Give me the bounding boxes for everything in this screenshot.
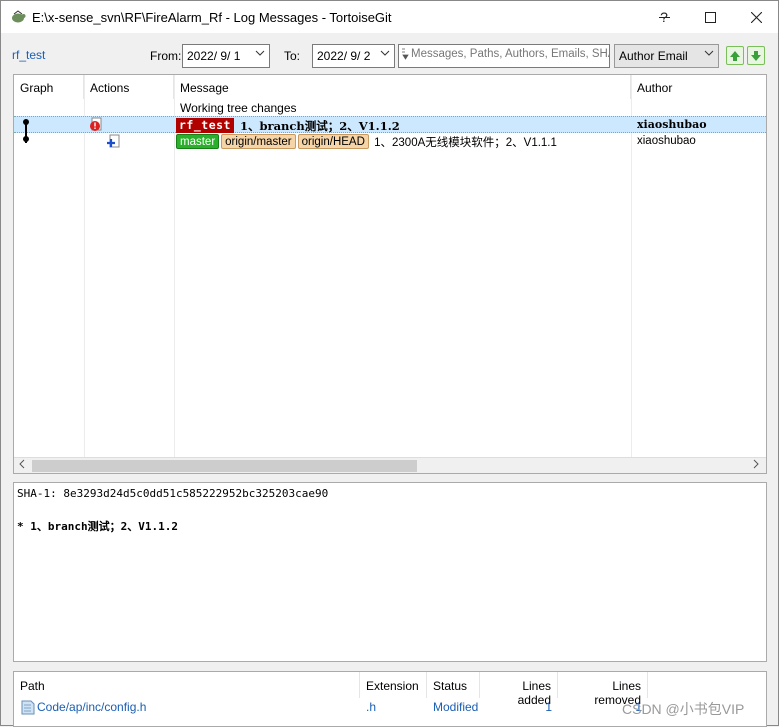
filter-field-value: Author Email: [619, 49, 688, 63]
to-label: To:: [284, 49, 301, 63]
arrow-down-icon: [751, 50, 761, 61]
graph-node-icon: [23, 136, 29, 142]
scroll-right-icon[interactable]: [752, 459, 760, 472]
to-date-picker[interactable]: 2022/ 9/ 2: [312, 44, 395, 68]
branch-tag-remote: origin/HEAD: [297, 134, 369, 149]
tortoisegit-icon: [10, 10, 26, 24]
added-icon: [106, 134, 120, 152]
branch-tag-current: rf_test: [176, 118, 234, 133]
scroll-left-icon[interactable]: [18, 459, 26, 472]
current-branch-link[interactable]: rf_test: [12, 48, 45, 62]
commit-message: master origin/master origin/HEAD 1、2300A无线…: [176, 134, 557, 150]
commit-message-text: 1、2300A无线模块软件；2、V1.1.1: [374, 137, 557, 149]
commit-message: rf_test 1、branch测试；2、V1.1.2: [176, 118, 400, 134]
close-button[interactable]: [733, 1, 779, 33]
sha-line: SHA-1: 8e3293d24d5c0dd51c585222952bc3252…: [17, 487, 329, 500]
maximize-icon: [704, 11, 716, 23]
column-header-graph[interactable]: Graph: [14, 75, 84, 99]
from-date-value: 2022/ 9/ 1: [187, 49, 241, 63]
title-bar: E:\x-sense_svn\RF\FireAlarm_Rf - Log Mes…: [1, 1, 778, 33]
previous-match-button[interactable]: [726, 46, 744, 65]
maximize-button[interactable]: [687, 1, 733, 33]
file-path[interactable]: Code/ap/inc/config.h: [37, 700, 146, 714]
filter-field-select[interactable]: Author Email: [614, 44, 719, 68]
column-header-message[interactable]: Message: [174, 75, 631, 99]
from-date-picker[interactable]: 2022/ 9/ 1: [182, 44, 270, 68]
working-tree-changes[interactable]: Working tree changes: [180, 101, 297, 115]
from-label: From:: [150, 49, 182, 63]
file-icon: [21, 700, 35, 718]
close-icon: [750, 11, 762, 23]
minimize-icon: [658, 16, 670, 18]
window-title: E:\x-sense_svn\RF\FireAlarm_Rf - Log Mes…: [32, 10, 392, 25]
log-list[interactable]: Graph Actions Message Author Working tre…: [13, 74, 767, 474]
chevron-down-icon: [255, 48, 265, 61]
column-header-author[interactable]: Author: [631, 75, 766, 99]
log-window: E:\x-sense_svn\RF\FireAlarm_Rf - Log Mes…: [0, 0, 779, 727]
commit-author: xiaoshubao: [637, 118, 707, 131]
file-extension: .h: [366, 700, 377, 714]
arrow-up-icon: [730, 50, 740, 61]
commit-message-text: 1、branch测试；2、V1.1.2: [239, 119, 400, 133]
commit-author: xiaoshubao: [637, 135, 696, 147]
search-filter-icon: [401, 48, 410, 63]
scrollbar-thumb[interactable]: [32, 460, 417, 472]
horizontal-scrollbar[interactable]: [14, 457, 766, 473]
commit-body-line: * 1、branch测试；2、V1.1.2: [17, 520, 178, 533]
file-lines-added: 1: [545, 700, 552, 714]
next-match-button[interactable]: [747, 46, 765, 65]
file-status: Modified: [433, 700, 479, 714]
chevron-down-icon: [704, 48, 714, 61]
branch-tag-local: master: [176, 134, 220, 149]
to-date-value: 2022/ 9/ 2: [317, 49, 371, 63]
watermark: CSDN @小书包VIP: [622, 701, 745, 717]
commit-details-pane[interactable]: SHA-1: 8e3293d24d5c0dd51c585222952bc3252…: [13, 482, 767, 662]
chevron-down-icon: [380, 48, 390, 61]
search-input[interactable]: Messages, Paths, Authors, Emails, SHA-1: [398, 44, 610, 68]
log-row[interactable]: master origin/master origin/HEAD 1、2300A无线…: [14, 133, 766, 150]
column-header-actions[interactable]: Actions: [84, 75, 174, 99]
search-placeholder: Messages, Paths, Authors, Emails, SHA-1: [411, 48, 610, 60]
minimize-button[interactable]: [641, 1, 687, 33]
log-row[interactable]: rf_test 1、branch测试；2、V1.1.2 xiaoshubao: [14, 116, 766, 143]
branch-tag-remote: origin/master: [221, 134, 296, 149]
